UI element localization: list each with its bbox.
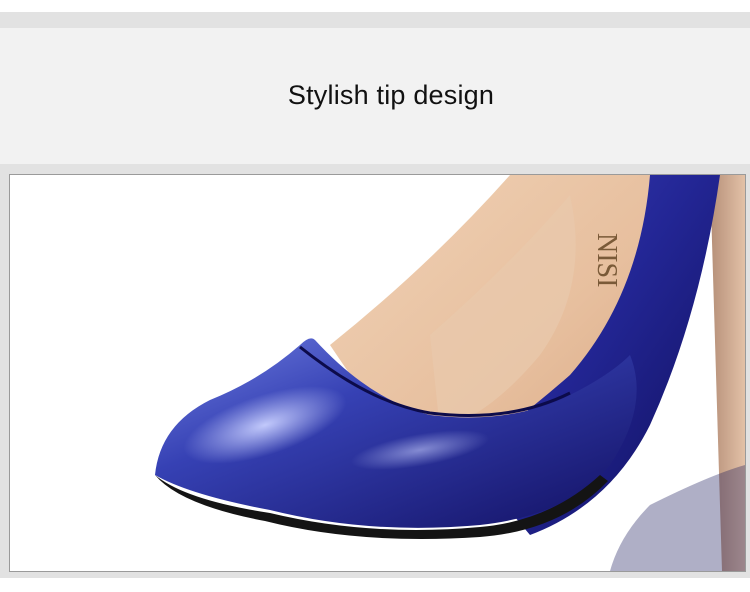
shadow-area: [610, 465, 745, 571]
shoe-illustration: NISI: [155, 175, 745, 571]
bottom-divider: [0, 578, 750, 592]
feature-caption: Stylish tip design: [287, 80, 495, 110]
product-detail-page: Stylish tip design NISI: [0, 0, 750, 592]
product-photo: NISI: [9, 174, 746, 572]
brand-mark: NISI: [591, 233, 622, 287]
brand-mark-text: NISI: [591, 233, 622, 287]
top-divider: [0, 0, 750, 12]
